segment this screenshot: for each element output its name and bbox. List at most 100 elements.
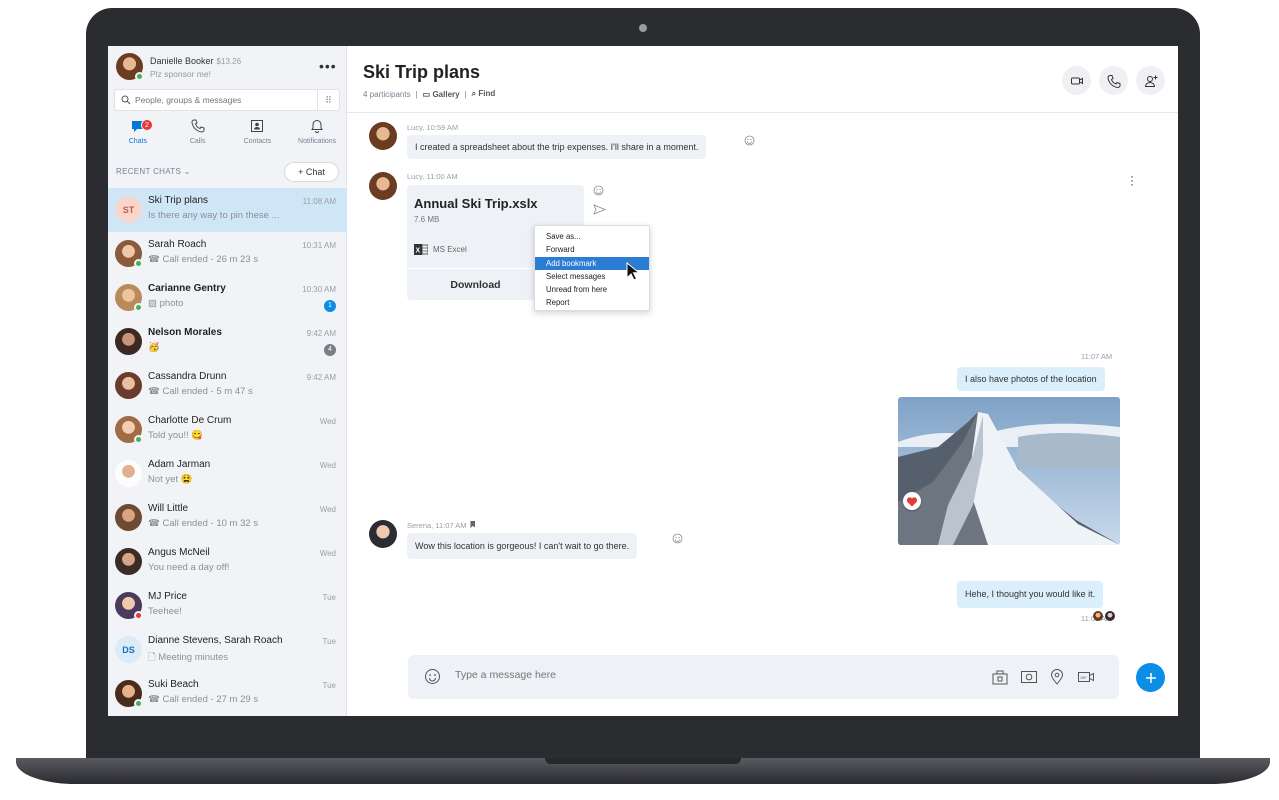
new-chat-button[interactable]: + Chat	[284, 162, 339, 182]
message-meta: Lucy, 10:59 AM	[407, 123, 459, 132]
message-meta: Lucy, 11:00 AM	[407, 172, 458, 181]
chat-name: Sarah Roach	[148, 239, 207, 250]
chat-item-charlotte-de-crum[interactable]: Charlotte De Crum Told you!! 😋 Wed	[108, 408, 347, 452]
participants-count[interactable]: 4 participants	[363, 90, 411, 99]
chat-name: Will Little	[148, 503, 189, 514]
presence-indicator	[134, 435, 143, 444]
chat-time: Tue	[322, 637, 337, 646]
message-bubble[interactable]: Hehe, I thought you would like it.	[957, 581, 1104, 608]
avatar	[1105, 611, 1115, 621]
avatar	[115, 328, 142, 355]
file-share-icon[interactable]	[991, 668, 1009, 686]
call-ended-icon: ☎	[148, 694, 163, 705]
presence-indicator	[134, 259, 143, 268]
message-input[interactable]	[455, 669, 855, 681]
more-options-icon[interactable]: •••	[319, 58, 337, 74]
video-call-button[interactable]	[1062, 66, 1091, 95]
menu-item-unread-from-here[interactable]: Unread from here	[535, 283, 649, 296]
chat-preview: You need a day off!	[148, 562, 230, 573]
smiley-icon[interactable]	[593, 185, 604, 196]
tab-label: Contacts	[243, 138, 272, 145]
file-app: X MS Excel	[414, 243, 467, 256]
avatar	[115, 240, 143, 268]
chat-item-dianne-stevens-sarah-roach[interactable]: DS Dianne Stevens, Sarah Roach 🗋 Meeting…	[108, 628, 347, 672]
tab-calls[interactable]: Calls	[168, 119, 228, 153]
chat-name: Carianne Gentry	[148, 283, 226, 294]
chat-item-mj-price[interactable]: MJ Price Teehee! Tue	[108, 584, 347, 628]
chat-time: Tue	[322, 681, 337, 690]
chat-name: Dianne Stevens, Sarah Roach	[148, 635, 283, 646]
chat-preview: Not yet 😫	[148, 474, 193, 485]
chat-item-suki-beach[interactable]: Suki Beach ☎ Call ended - 27 m 29 s Tue	[108, 672, 347, 716]
skype-window: Danielle Booker $13.26 Plz sponsor me! ••…	[108, 46, 1178, 716]
add-button[interactable]	[1136, 663, 1165, 692]
heart-reaction-icon[interactable]	[903, 492, 921, 510]
conversation-subheader: 4 participants | ▭ Gallery | ⌕ Find	[363, 89, 495, 99]
svg-text:GIF: GIF	[1080, 675, 1087, 680]
shared-photo[interactable]	[898, 397, 1120, 545]
laptop-notch	[545, 758, 741, 764]
chat-item-angus-mcneil[interactable]: Angus McNeil You need a day off! Wed	[108, 540, 347, 584]
avatar	[369, 520, 397, 548]
profile-name: Danielle Booker	[150, 55, 214, 66]
video-message-icon[interactable]: GIF	[1077, 668, 1095, 686]
bell-icon	[311, 119, 324, 133]
smiley-icon[interactable]	[744, 135, 755, 146]
emoji-icon[interactable]	[424, 668, 441, 685]
chat-name: Ski Trip plans	[148, 195, 209, 206]
chat-list: ST Ski Trip plans Is there any way to pi…	[108, 188, 347, 716]
chat-item-ski-trip-plans[interactable]: ST Ski Trip plans Is there any way to pi…	[108, 188, 347, 232]
chat-item-adam-jarman[interactable]: Adam Jarman Not yet 😫 Wed	[108, 452, 347, 496]
avatar	[115, 680, 143, 708]
tab-contacts[interactable]: Contacts	[228, 119, 288, 153]
image-icon: ▨	[148, 298, 160, 309]
call-ended-icon: ☎	[148, 386, 163, 397]
tab-chats[interactable]: 2 Chats	[108, 119, 168, 153]
message-bubble[interactable]: I created a spreadsheet about the trip e…	[407, 135, 707, 159]
search-input[interactable]	[135, 95, 315, 105]
chat-time: 10:30 AM	[302, 285, 336, 294]
message-composer: GIF	[408, 655, 1119, 699]
chat-item-will-little[interactable]: Will Little ☎ Call ended - 10 m 32 s Wed	[108, 496, 347, 540]
menu-item-save-as[interactable]: Save as...	[535, 230, 649, 243]
unread-badge: 1	[324, 300, 336, 312]
smiley-icon[interactable]	[672, 533, 683, 544]
find-link[interactable]: ⌕ Find	[472, 89, 496, 99]
avatar	[115, 504, 142, 531]
more-vertical-icon[interactable]: · · ·	[1130, 170, 1134, 190]
tab-notifications[interactable]: Notifications	[287, 119, 347, 153]
avatar: DS	[115, 636, 142, 663]
video-camera-icon	[1070, 77, 1083, 84]
chat-name: Charlotte De Crum	[148, 415, 232, 426]
message-meta: Serena, 11:07 AM	[407, 521, 476, 530]
chat-name: Nelson Morales	[148, 327, 222, 338]
avatar	[115, 416, 143, 444]
add-people-button[interactable]	[1136, 66, 1165, 95]
menu-item-report[interactable]: Report	[535, 296, 649, 309]
chat-item-carianne-gentry[interactable]: Carianne Gentry ▨ photo 10:30 AM 1	[108, 276, 347, 320]
avatar	[369, 122, 397, 150]
chat-preview: ☎ Call ended - 26 m 23 s	[148, 254, 259, 265]
message-bubble[interactable]: I also have photos of the location	[957, 367, 1105, 391]
chat-preview: 🗋 Meeting minutes	[148, 652, 228, 663]
chat-item-cassandra-drunn[interactable]: Cassandra Drunn ☎ Call ended - 5 m 47 s …	[108, 364, 347, 408]
location-icon[interactable]	[1048, 668, 1066, 686]
image-icon[interactable]	[1020, 668, 1038, 686]
chat-preview: ▨ photo	[148, 298, 184, 309]
nav-tabs: 2 Chats Calls Contacts Notifications	[108, 119, 347, 153]
message-bubble[interactable]: Wow this location is gorgeous! I can't w…	[407, 533, 638, 559]
profile[interactable]: Danielle Booker $13.26 Plz sponsor me!	[116, 53, 242, 81]
chat-item-sarah-roach[interactable]: Sarah Roach ☎ Call ended - 26 m 23 s 10:…	[108, 232, 347, 276]
dialpad-icon[interactable]: ⠿	[317, 90, 339, 110]
audio-call-button[interactable]	[1099, 66, 1128, 95]
gallery-link[interactable]: ▭ Gallery	[423, 90, 460, 99]
chat-item-nelson-morales[interactable]: Nelson Morales 🥳 9:42 AM 4	[108, 320, 347, 364]
profile-credit: $13.26	[216, 56, 242, 66]
chat-preview: 🥳	[148, 342, 160, 353]
unread-badge: 4	[324, 344, 336, 356]
conversation-title: Ski Trip plans	[363, 62, 481, 82]
recent-chats-header[interactable]: RECENT CHATS ⌄	[116, 167, 191, 176]
file-name: Annual Ski Trip.xslx	[414, 196, 538, 211]
menu-item-forward[interactable]: Forward	[535, 243, 649, 256]
forward-icon[interactable]	[593, 204, 606, 215]
